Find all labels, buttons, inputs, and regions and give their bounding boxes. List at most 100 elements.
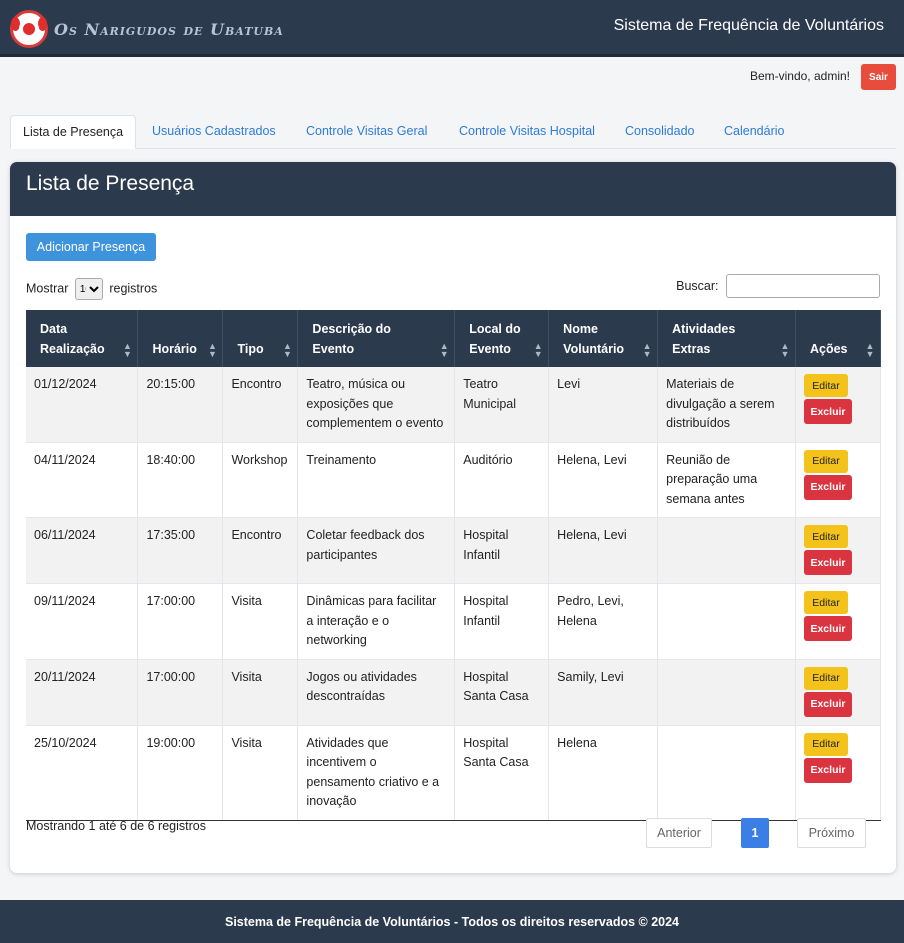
delete-button[interactable]: Excluir <box>803 550 852 575</box>
cell-location: Hospital Santa Casa <box>454 659 550 726</box>
logout-button[interactable]: Sair <box>861 64 896 90</box>
edit-button[interactable]: Editar <box>803 449 848 473</box>
cell-type: Visita <box>222 725 299 821</box>
cell-description: Atividades que incentivem o pensamento c… <box>297 725 456 821</box>
cell-date: 04/11/2024 <box>26 442 139 518</box>
sort-icon: ▲ ▼ <box>780 341 790 359</box>
top-navbar: Os Narigudos de Ubatuba Sistema de Frequ… <box>0 0 904 57</box>
tab-usuarios-cadastrados[interactable]: Usuários Cadastrados <box>140 115 288 149</box>
cell-extras <box>657 517 796 584</box>
cell-date: 09/11/2024 <box>26 583 139 660</box>
cell-date: 01/12/2024 <box>26 367 139 443</box>
cell-location: Hospital Infantil <box>454 517 550 584</box>
table-row: 20/11/2024 17:00:00 Visita Jogos ou ativ… <box>26 659 882 726</box>
cell-volunteers: Helena, Levi <box>548 442 659 518</box>
brand-name: Os Narigudos de Ubatuba <box>54 20 284 39</box>
tab-calendario[interactable]: Calendário <box>712 115 796 149</box>
edit-button[interactable]: Editar <box>803 591 848 614</box>
delete-button[interactable]: Excluir <box>803 616 852 641</box>
nav-tabs: Lista de Presença Usuários Cadastrados C… <box>10 115 896 149</box>
next-page-button[interactable]: Próximo <box>797 818 866 848</box>
cell-description: Treinamento <box>297 442 456 518</box>
tab-controle-visitas-hospital[interactable]: Controle Visitas Hospital <box>447 115 607 149</box>
cell-volunteers: Levi <box>548 367 659 443</box>
sort-icon: ▲ ▼ <box>642 341 652 359</box>
edit-button[interactable]: Editar <box>803 732 848 756</box>
tab-lista-presenca[interactable]: Lista de Presença <box>10 115 137 149</box>
cell-time: 18:40:00 <box>137 442 224 518</box>
column-header-type[interactable]: Tipo ▲ ▼ <box>222 310 299 367</box>
table-row: 25/10/2024 19:00:00 Visita Atividades qu… <box>26 725 882 821</box>
cell-extras <box>657 583 796 660</box>
cell-location: Hospital Santa Casa <box>454 725 550 821</box>
add-attendance-button[interactable]: Adicionar Presença <box>26 233 156 261</box>
cell-description: Coletar feedback dos participantes <box>297 517 456 584</box>
cell-time: 17:35:00 <box>137 517 224 584</box>
cell-extras <box>657 659 796 726</box>
table-row: 01/12/2024 20:15:00 Encontro Teatro, mús… <box>26 367 882 443</box>
cell-volunteers: Samily, Levi <box>548 659 659 726</box>
table-row: 09/11/2024 17:00:00 Visita Dinâmicas par… <box>26 583 882 660</box>
cell-description: Dinâmicas para facilitar a interação e o… <box>297 583 456 660</box>
edit-button[interactable]: Editar <box>803 525 848 548</box>
length-suffix: registros <box>109 281 158 296</box>
cell-actions: Editar Excluir <box>795 367 882 443</box>
column-header-actions[interactable]: Ações ▲ ▼ <box>795 310 882 367</box>
cell-type: Workshop <box>222 442 299 518</box>
page-length-select[interactable]: 10 <box>74 278 103 300</box>
welcome-text: Bem-vindo, admin! <box>749 69 850 83</box>
cell-time: 17:00:00 <box>137 659 224 726</box>
cell-volunteers: Pedro, Levi, Helena <box>548 583 659 660</box>
column-header-location[interactable]: Local do Evento ▲ ▼ <box>454 310 550 367</box>
search-input[interactable] <box>726 274 880 298</box>
sort-icon: ▲ ▼ <box>122 341 132 359</box>
edit-button[interactable]: Editar <box>803 666 848 690</box>
attendance-table: Data Realização ▲ ▼ Horário ▲ ▼ Tipo ▲ ▼ Descri… <box>26 310 882 821</box>
cell-location: Teatro Municipal <box>454 367 550 443</box>
column-header-extras[interactable]: Atividades Extras ▲ ▼ <box>657 310 796 367</box>
cell-actions: Editar Excluir <box>795 659 882 726</box>
cell-volunteers: Helena, Levi <box>548 517 659 584</box>
cell-extras <box>657 725 796 821</box>
sort-icon: ▲ ▼ <box>865 341 875 359</box>
cell-extras: Reunião de preparação uma semana antes <box>657 442 796 518</box>
previous-page-button[interactable]: Anterior <box>646 818 712 848</box>
cell-actions: Editar Excluir <box>795 442 882 518</box>
clown-logo-icon <box>10 10 48 48</box>
cell-location: Auditório <box>454 442 550 518</box>
cell-type: Encontro <box>222 517 299 584</box>
delete-button[interactable]: Excluir <box>803 399 852 424</box>
current-page-button[interactable]: 1 <box>741 818 769 848</box>
tab-consolidado[interactable]: Consolidado <box>613 115 707 149</box>
cell-actions: Editar Excluir <box>795 583 882 660</box>
cell-date: 20/11/2024 <box>26 659 139 726</box>
tab-controle-visitas-geral[interactable]: Controle Visitas Geral <box>294 115 439 149</box>
cell-date: 25/10/2024 <box>26 725 139 821</box>
delete-button[interactable]: Excluir <box>803 474 852 500</box>
footer: Sistema de Frequência de Voluntários - T… <box>0 900 904 943</box>
cell-date: 06/11/2024 <box>26 517 139 584</box>
card-title: Lista de Presença <box>10 162 896 216</box>
delete-button[interactable]: Excluir <box>803 757 852 783</box>
cell-actions: Editar Excluir <box>795 517 882 584</box>
table-row: 04/11/2024 18:40:00 Workshop Treinamento… <box>26 442 882 518</box>
column-header-volunteer[interactable]: Nome Voluntário ▲ ▼ <box>548 310 659 367</box>
cell-extras: Materiais de divulgação a serem distribu… <box>657 367 796 443</box>
sort-icon: ▲ ▼ <box>282 341 292 359</box>
cell-type: Visita <box>222 659 299 726</box>
cell-type: Visita <box>222 583 299 660</box>
cell-type: Encontro <box>222 367 299 443</box>
length-prefix: Mostrar <box>26 281 69 296</box>
table-row: 06/11/2024 17:35:00 Encontro Coletar fee… <box>26 517 882 584</box>
column-header-date[interactable]: Data Realização ▲ ▼ <box>26 310 139 367</box>
page-length-control: Mostrar 10 registros <box>26 278 157 300</box>
cell-description: Teatro, música ou exposições que complem… <box>297 367 456 443</box>
table-info: Mostrando 1 até 6 de 6 registros <box>26 819 206 833</box>
column-header-description[interactable]: Descrição do Evento ▲ ▼ <box>297 310 456 367</box>
delete-button[interactable]: Excluir <box>803 691 852 717</box>
column-header-time[interactable]: Horário ▲ ▼ <box>137 310 224 367</box>
sort-icon: ▲ ▼ <box>533 341 543 359</box>
edit-button[interactable]: Editar <box>803 374 848 397</box>
cell-location: Hospital Infantil <box>454 583 550 660</box>
attendance-card: Lista de Presença Adicionar Presença Mos… <box>10 162 896 873</box>
